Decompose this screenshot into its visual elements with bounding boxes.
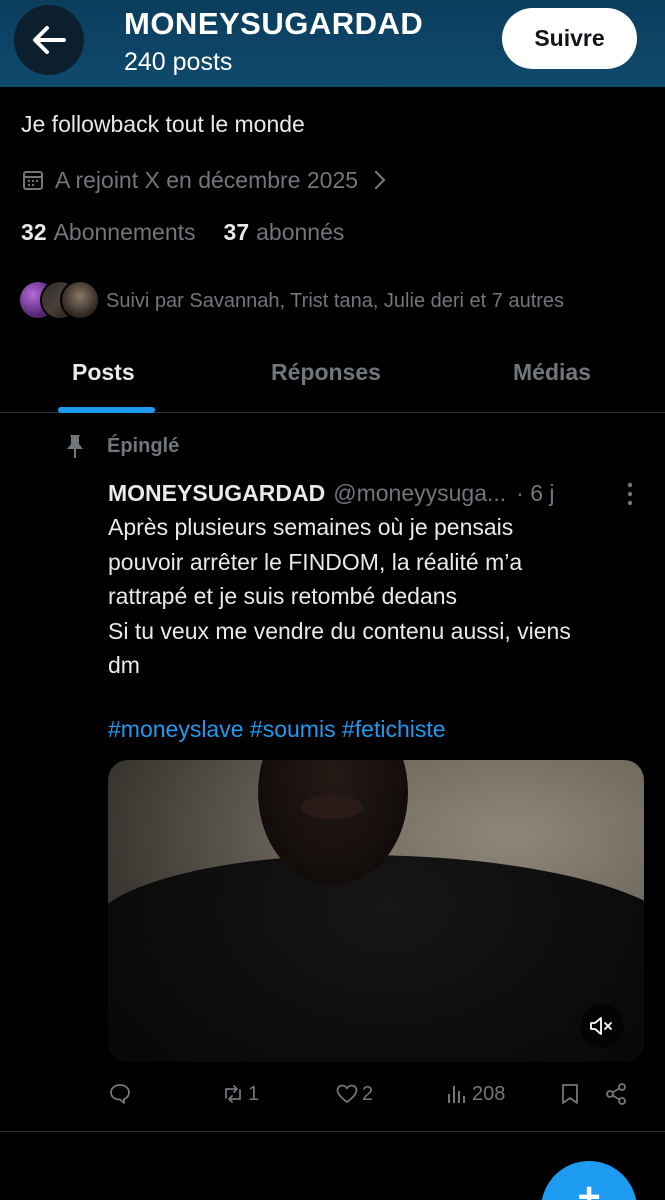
arrow-left-icon [33, 26, 66, 54]
reply-button[interactable] [108, 1078, 135, 1110]
header-display-name: MONEYSUGARDAD [124, 6, 424, 41]
post-author-handle[interactable]: @moneyysuga... [333, 480, 506, 507]
following-count: 32 [21, 219, 47, 245]
post-actions: 1 2 208 [108, 1078, 638, 1110]
pin-icon [67, 435, 83, 458]
heart-icon [336, 1084, 358, 1103]
back-button[interactable] [14, 5, 84, 75]
profile-tabs: Posts Réponses Médias [0, 345, 665, 413]
bookmark-button[interactable] [558, 1078, 585, 1110]
post-hashtags: #moneyslave #soumis #fetichiste [108, 716, 446, 743]
share-icon [606, 1083, 626, 1105]
following-stat[interactable]: 32 Abonnements [21, 219, 196, 246]
calendar-icon [23, 171, 43, 190]
bookmark-icon [562, 1084, 578, 1104]
repost-icon [225, 1085, 241, 1103]
volume-muted-icon [590, 1017, 612, 1035]
follow-stats: 32 Abonnements 37 abonnés [21, 219, 344, 246]
post-author-name[interactable]: MONEYSUGARDAD [108, 480, 325, 507]
plus-icon: + [577, 1175, 601, 1200]
avatar [60, 280, 100, 320]
post-header: MONEYSUGARDAD @moneyysuga... · 6 j [108, 478, 648, 508]
like-button[interactable]: 2 [335, 1078, 373, 1110]
tab-media[interactable]: Médias [513, 359, 591, 386]
followers-label: abonnés [256, 219, 345, 245]
more-vertical-icon[interactable] [620, 481, 640, 507]
followed-by-row[interactable]: Suivi par Savannah, Trist tana, Julie de… [18, 280, 564, 322]
follow-button[interactable]: Suivre [502, 8, 637, 69]
repost-count: 1 [248, 1082, 260, 1105]
tab-posts[interactable]: Posts [72, 359, 135, 386]
mute-toggle-button[interactable] [580, 1004, 624, 1048]
pinned-indicator: Épinglé [64, 432, 179, 460]
hashtag-link[interactable]: #fetichiste [342, 716, 446, 742]
joined-date-row[interactable]: A rejoint X en décembre 2025 [21, 165, 388, 195]
followers-stat[interactable]: 37 abonnés [224, 219, 345, 246]
profile-header: MONEYSUGARDAD 240 posts Suivre [0, 0, 665, 87]
profile-bio: Je followback tout le monde [21, 111, 305, 137]
following-label: Abonnements [53, 219, 196, 245]
post-timestamp[interactable]: · 6 j [516, 480, 554, 507]
video-frame-shape [301, 795, 363, 819]
hashtag-link[interactable]: #soumis [250, 716, 336, 742]
followed-by-avatars [18, 280, 100, 322]
views-button[interactable]: 208 [445, 1078, 505, 1110]
followers-count: 37 [223, 219, 250, 245]
post-video[interactable] [108, 760, 644, 1062]
tab-replies[interactable]: Réponses [271, 359, 381, 386]
post-divider [0, 1131, 665, 1132]
video-frame-shape [108, 855, 644, 1062]
post-text: Après plusieurs semaines où je pensais p… [108, 514, 571, 678]
views-icon [448, 1086, 465, 1103]
chevron-right-icon [374, 170, 386, 190]
reply-icon [110, 1084, 130, 1104]
hashtag-link[interactable]: #moneyslave [108, 716, 244, 742]
joined-date-text: A rejoint X en décembre 2025 [55, 166, 359, 193]
pinned-label: Épinglé [107, 434, 180, 457]
view-count: 208 [472, 1082, 506, 1105]
followed-by-text: Suivi par Savannah, Trist tana, Julie de… [106, 289, 565, 312]
active-tab-indicator [58, 407, 155, 413]
header-posts-count: 240 posts [124, 48, 233, 76]
share-button[interactable] [604, 1078, 631, 1110]
like-count: 2 [362, 1082, 374, 1105]
compose-button[interactable]: + [541, 1161, 637, 1200]
repost-button[interactable]: 1 [221, 1078, 259, 1110]
